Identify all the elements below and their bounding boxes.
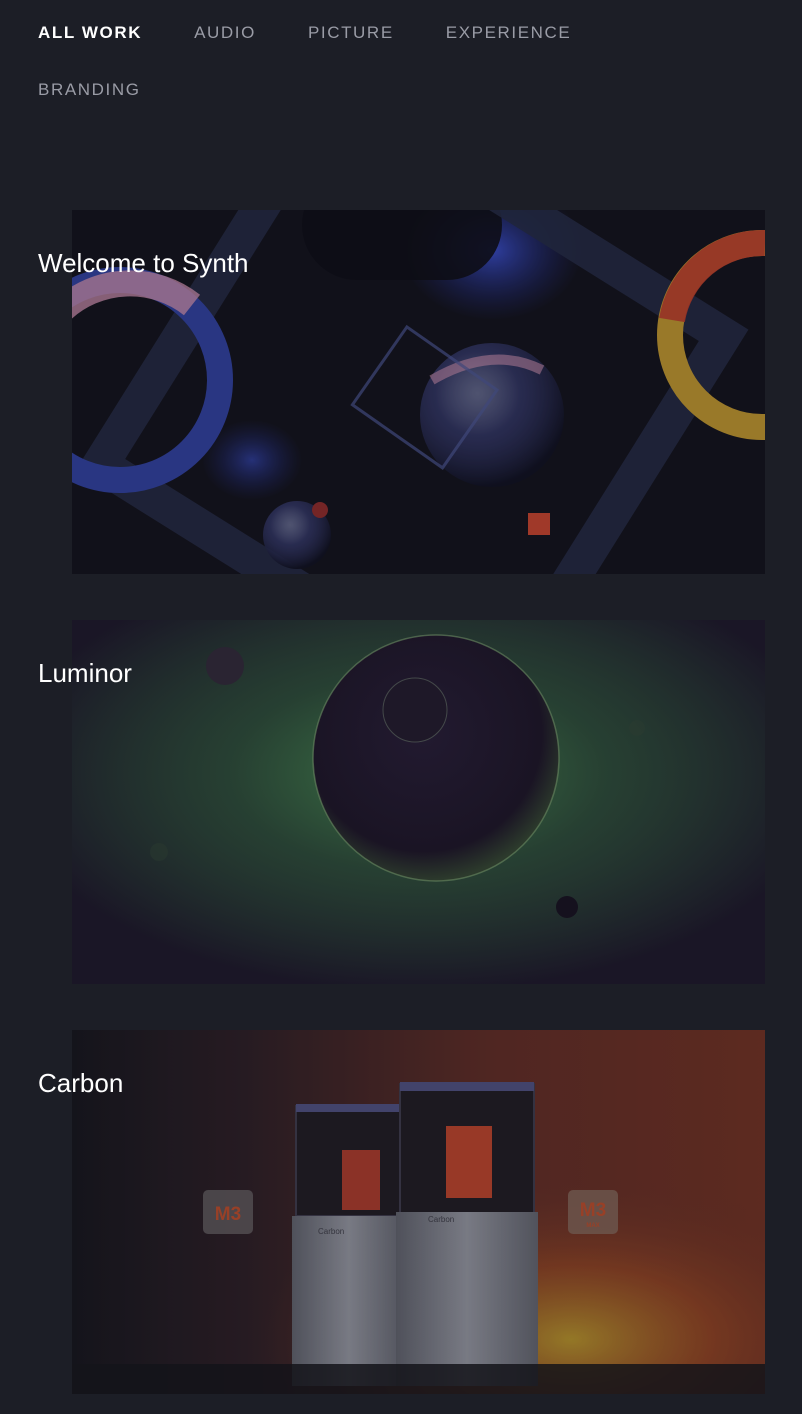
nav-audio[interactable]: AUDIO bbox=[194, 23, 256, 43]
category-nav: ALL WORK AUDIO PICTURE EXPERIENCE BRANDI… bbox=[38, 20, 778, 134]
nav-branding[interactable]: BRANDING bbox=[38, 80, 141, 100]
project-title-synth[interactable]: Welcome to Synth bbox=[38, 248, 249, 279]
nav-picture[interactable]: PICTURE bbox=[308, 23, 394, 43]
luminor-thumbnail bbox=[72, 620, 765, 984]
project-title-luminor[interactable]: Luminor bbox=[38, 658, 132, 689]
nav-all-work[interactable]: ALL WORK bbox=[38, 23, 142, 43]
category-nav-row-2: BRANDING bbox=[38, 77, 778, 103]
page: ALL WORK AUDIO PICTURE EXPERIENCE BRANDI… bbox=[0, 0, 802, 1414]
nav-experience[interactable]: EXPERIENCE bbox=[446, 23, 572, 43]
carbon-thumbnail: Carbon Carbon M3 M3 MAX bbox=[72, 1030, 765, 1394]
project-card-carbon[interactable]: Carbon Carbon M3 M3 MAX bbox=[72, 1030, 765, 1394]
project-title-carbon[interactable]: Carbon bbox=[38, 1068, 123, 1099]
category-nav-row-1: ALL WORK AUDIO PICTURE EXPERIENCE bbox=[38, 20, 778, 46]
project-card-luminor[interactable] bbox=[72, 620, 765, 984]
